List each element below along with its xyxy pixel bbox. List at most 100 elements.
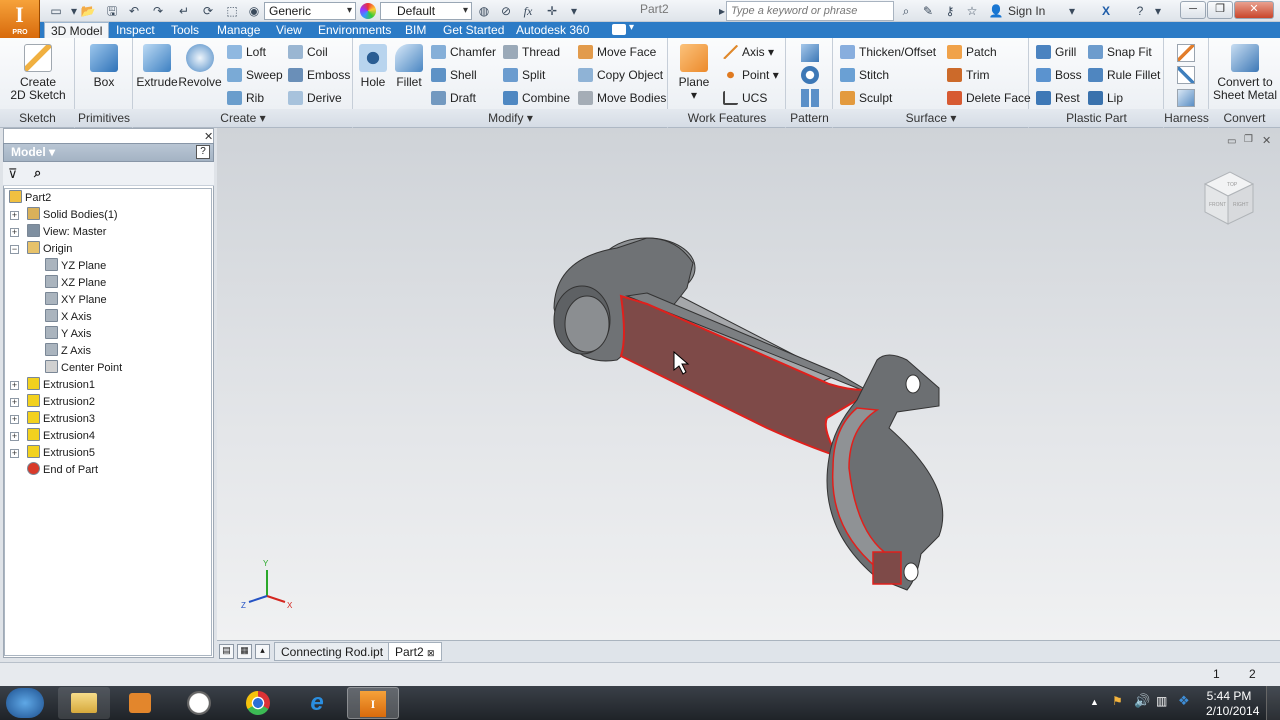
rectangular-pattern-icon[interactable]: [801, 44, 819, 62]
tab-get-started[interactable]: Get Started: [437, 22, 510, 38]
mirror-icon[interactable]: [801, 89, 819, 107]
tab-autodesk-360[interactable]: Autodesk 360: [510, 22, 595, 38]
minimize-button[interactable]: ─: [1180, 1, 1206, 19]
undo-icon[interactable]: ↶: [126, 3, 142, 19]
sculpt-button[interactable]: Sculpt: [840, 89, 892, 107]
tree-node[interactable]: + Extrusion1: [10, 377, 95, 394]
taskbar-explorer[interactable]: [58, 687, 110, 719]
doc-tab-part2[interactable]: Part2 ⊠: [388, 642, 442, 661]
tree-node[interactable]: Z Axis: [45, 343, 91, 360]
hole-button[interactable]: Hole: [356, 44, 390, 89]
sign-in-link[interactable]: Sign In: [1008, 4, 1045, 18]
taskbar-clock-app[interactable]: [173, 687, 225, 719]
tree-node[interactable]: XZ Plane: [45, 275, 106, 292]
taskbar-media-player[interactable]: [114, 687, 166, 719]
harness-icon-2[interactable]: [1177, 66, 1195, 84]
rest-button[interactable]: Rest: [1036, 89, 1080, 107]
start-button[interactable]: [6, 688, 44, 718]
tray-flag-icon[interactable]: ⚑: [1112, 694, 1123, 708]
extrude-button[interactable]: Extrude: [136, 44, 178, 89]
tree-node[interactable]: + Solid Bodies(1): [10, 207, 118, 224]
circular-pattern-icon[interactable]: [801, 66, 819, 84]
browser-header[interactable]: Model ▾: [3, 143, 214, 162]
binoculars-icon[interactable]: ⌕: [898, 3, 914, 19]
chamfer-button[interactable]: Chamfer: [431, 43, 496, 61]
tab-bim[interactable]: BIM: [399, 22, 432, 38]
combine-button[interactable]: Combine: [503, 89, 570, 107]
panel-label-surface[interactable]: Surface ▾: [833, 109, 1029, 127]
find-binoculars-icon[interactable]: ⌕: [34, 165, 41, 181]
parameters-icon[interactable]: fx: [520, 3, 536, 19]
loft-button[interactable]: Loft: [227, 43, 266, 61]
tree-expand-icon[interactable]: −: [10, 245, 19, 254]
clear-icon[interactable]: ⊘: [498, 3, 514, 19]
sign-in-dropdown-icon[interactable]: ▾: [1064, 3, 1080, 19]
appearance-dropdown[interactable]: Default: [380, 2, 472, 20]
tree-node[interactable]: + Extrusion4: [10, 428, 95, 445]
plane-button[interactable]: Plane ▾: [674, 44, 714, 102]
material-dropdown[interactable]: Generic: [264, 2, 356, 20]
taskbar-chrome[interactable]: [232, 687, 284, 719]
stitch-button[interactable]: Stitch: [840, 66, 889, 84]
user-icon[interactable]: 👤: [988, 3, 1004, 19]
material-icon[interactable]: ◉: [246, 3, 262, 19]
tray-volume-icon[interactable]: 🔊: [1134, 693, 1150, 709]
adjust-icon[interactable]: ◍: [476, 3, 492, 19]
open-icon[interactable]: 📂: [80, 3, 96, 19]
shell-button[interactable]: Shell: [431, 66, 477, 84]
sweep-button[interactable]: Sweep: [227, 66, 283, 84]
graphics-viewport[interactable]: ▭ ❐ ✕ TOP FRONT RIGHT Y X Z: [217, 128, 1280, 640]
thread-button[interactable]: Thread: [503, 43, 560, 61]
save-icon[interactable]: 🖫: [104, 3, 120, 19]
connecting-rod-model[interactable]: [553, 237, 944, 591]
update-icon[interactable]: ⟳: [200, 3, 216, 19]
application-menu-button[interactable]: I PRO: [0, 0, 40, 38]
tab-view[interactable]: View: [270, 22, 308, 38]
convert-to-sheet-metal-button[interactable]: Convert to Sheet Metal: [1212, 44, 1278, 102]
tab-inspect[interactable]: Inspect: [110, 22, 161, 38]
harness-icon-1[interactable]: [1177, 44, 1195, 62]
new-icon[interactable]: ▭: [48, 3, 64, 19]
tray-dropbox-icon[interactable]: ❖: [1178, 693, 1190, 709]
tree-node[interactable]: Part2: [9, 190, 51, 207]
rib-button[interactable]: Rib: [227, 89, 264, 107]
derive-button[interactable]: Derive: [288, 89, 342, 107]
create-2d-sketch-button[interactable]: Create 2D Sketch: [8, 44, 68, 102]
tray-expand-icon[interactable]: ▲: [1090, 697, 1099, 707]
tree-expand-icon[interactable]: +: [10, 228, 19, 237]
boss-button[interactable]: Boss: [1036, 66, 1082, 84]
taskbar-inventor[interactable]: I: [347, 687, 399, 719]
tab-manage[interactable]: Manage: [211, 22, 266, 38]
help-search-input[interactable]: Type a keyword or phrase: [726, 1, 894, 21]
tree-expand-icon[interactable]: +: [10, 381, 19, 390]
tab-tools[interactable]: Tools: [165, 22, 205, 38]
taskbar-internet-explorer[interactable]: e: [291, 687, 343, 719]
delete-face-button[interactable]: Delete Face: [947, 89, 1031, 107]
patch-button[interactable]: Patch: [947, 43, 997, 61]
tree-node[interactable]: Y Axis: [45, 326, 91, 343]
tree-node[interactable]: Center Point: [45, 360, 122, 377]
exchange-icon[interactable]: X: [1098, 3, 1114, 19]
tree-node[interactable]: X Axis: [45, 309, 92, 326]
favorites-icon[interactable]: ☆: [964, 3, 980, 19]
help-dropdown-icon[interactable]: ▾: [1150, 3, 1166, 19]
browser-help-icon[interactable]: ?: [196, 145, 210, 159]
tab-environments[interactable]: Environments: [312, 22, 397, 38]
point-button[interactable]: Point ▾: [723, 66, 779, 84]
filter-icon[interactable]: ⊽: [8, 166, 18, 182]
box-button[interactable]: Box: [80, 44, 128, 89]
ucs-button[interactable]: UCS: [723, 89, 767, 107]
snap-fit-button[interactable]: Snap Fit: [1088, 43, 1152, 61]
emboss-button[interactable]: Emboss: [288, 66, 350, 84]
draft-button[interactable]: Draft: [431, 89, 476, 107]
trim-button[interactable]: Trim: [947, 66, 990, 84]
tree-node[interactable]: + View: Master: [10, 224, 106, 241]
viewcube[interactable]: TOP FRONT RIGHT: [1203, 171, 1255, 225]
show-desktop-button[interactable]: [1266, 686, 1280, 720]
lip-button[interactable]: Lip: [1088, 89, 1123, 107]
measure-icon[interactable]: ✛: [544, 3, 560, 19]
select-icon[interactable]: ⬚: [224, 3, 240, 19]
move-face-button[interactable]: Move Face: [578, 43, 656, 61]
harness-icon-3[interactable]: [1177, 89, 1195, 107]
redo-icon[interactable]: ↷: [150, 3, 166, 19]
